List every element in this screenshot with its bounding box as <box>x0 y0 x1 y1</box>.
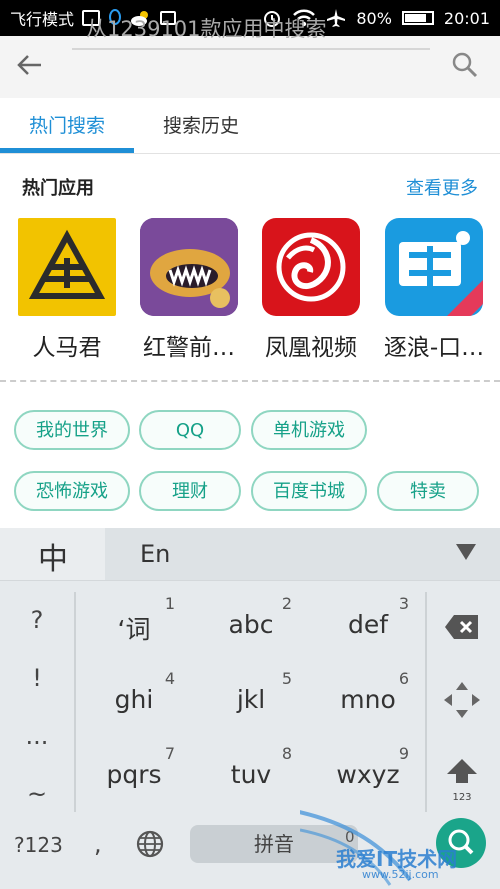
t9-key[interactable]: abc 2 <box>192 590 310 662</box>
ime-keyboard: 中 En ? ! ... ~ ‘词 1 abc 2 def 3 ghi 4 jkl 5 m… <box>0 528 500 889</box>
section-divider <box>0 380 500 382</box>
globe-icon[interactable] <box>136 830 164 858</box>
cursor-move-icon[interactable] <box>442 680 482 720</box>
keyword-chip[interactable]: 我的世界 <box>14 410 130 450</box>
watermark-url: www.52ij.com <box>362 868 439 881</box>
app-item[interactable]: 凤凰视频 <box>261 218 361 362</box>
english-mode-key[interactable]: En <box>140 540 170 568</box>
t9-key[interactable]: mno 6 <box>309 665 427 737</box>
keyword-chip[interactable]: 单机游戏 <box>251 410 367 450</box>
punct-key[interactable]: ? <box>0 606 74 634</box>
punct-key[interactable]: ! <box>0 664 74 692</box>
shift-sub-label: 123 <box>452 792 472 803</box>
tab-hot-search[interactable]: 热门搜索 <box>0 98 134 154</box>
app-name: 逐浪-口… <box>383 335 485 361</box>
clock: 20:01 <box>443 8 490 28</box>
punct-key[interactable]: ... <box>0 722 74 750</box>
back-arrow-icon[interactable] <box>0 36 60 98</box>
app-name: 凤凰视频 <box>265 335 357 361</box>
collapse-keyboard-icon[interactable] <box>456 544 476 560</box>
red-alert-game-icon <box>140 218 238 316</box>
renmajun-logo-icon <box>18 218 116 316</box>
keyword-chip[interactable]: 特卖 <box>377 471 479 511</box>
t9-key[interactable]: ‘词 1 <box>75 590 193 662</box>
active-tab-indicator <box>0 148 134 153</box>
keyword-chip[interactable]: 理财 <box>139 471 241 511</box>
t9-key[interactable]: jkl 5 <box>192 665 310 737</box>
chinese-mode-key[interactable]: 中 <box>38 534 68 578</box>
hot-apps-title: 热门应用 <box>22 178 94 199</box>
app-item[interactable]: 人马君 <box>17 218 117 362</box>
keyword-chip[interactable]: QQ <box>139 410 241 450</box>
keyword-chip[interactable]: 百度书城 <box>251 471 367 511</box>
t9-key[interactable]: wxyz 9 <box>309 740 427 812</box>
comma-key[interactable]: , <box>94 830 102 858</box>
search-input[interactable] <box>72 10 430 48</box>
t9-key[interactable]: tuv 8 <box>192 740 310 812</box>
shift-icon[interactable] <box>446 758 478 784</box>
airplane-mode-text: 飞行模式 <box>10 10 75 29</box>
space-key[interactable]: 拼音 <box>190 825 358 863</box>
symbols-key[interactable]: ?123 <box>14 833 63 857</box>
app-name: 红警前… <box>143 335 235 361</box>
punct-key[interactable]: ~ <box>0 780 74 808</box>
phoenix-video-icon <box>262 218 360 316</box>
app-item[interactable]: 逐浪-口… <box>384 218 484 362</box>
app-item[interactable]: 红警前… <box>139 218 239 362</box>
keyboard-mode-bar: 中 En <box>0 528 500 581</box>
tab-bar: 热门搜索 搜索历史 <box>0 98 500 154</box>
see-more-link[interactable]: 查看更多 <box>406 174 478 200</box>
t9-key[interactable]: pqrs 7 <box>75 740 193 812</box>
search-field[interactable] <box>72 10 430 50</box>
search-icon[interactable] <box>450 50 480 80</box>
book-app-icon <box>385 218 483 316</box>
app-name: 人马君 <box>32 335 102 361</box>
keyword-chip[interactable]: 恐怖游戏 <box>14 471 130 511</box>
backspace-icon[interactable] <box>444 614 480 640</box>
t9-key[interactable]: def 3 <box>309 590 427 662</box>
tab-search-history[interactable]: 搜索历史 <box>134 98 268 154</box>
punctuation-column: ? ! ... ~ <box>0 580 74 820</box>
t9-key[interactable]: ghi 4 <box>75 665 193 737</box>
